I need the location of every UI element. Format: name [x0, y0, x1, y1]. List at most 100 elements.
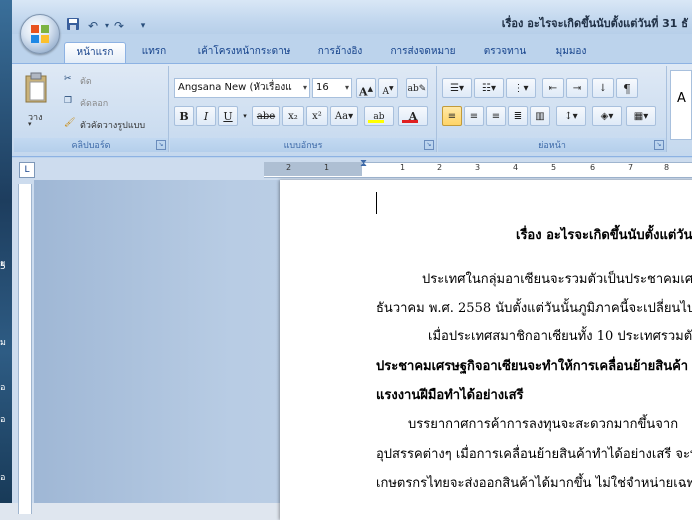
numbering-button[interactable]: ☷▾: [474, 78, 504, 98]
subscript-button[interactable]: x₂: [282, 106, 304, 126]
paste-icon[interactable]: [22, 72, 52, 104]
copy-icon[interactable]: ❐: [64, 96, 72, 106]
document-line: ประชาคมเศรษฐกิจอาเซียนจะทำให้การเคลื่อนย…: [376, 359, 692, 374]
paragraph-group: ☰▾ ☷▾ ⋮▾ ⇤ ⇥ ↓ ¶ ≡ ≡ ≡ ≣ ▥ ↕▾ ◈▾ ▦▾ ย่อห…: [438, 66, 667, 152]
justify-button[interactable]: ≣: [508, 106, 528, 126]
document-line: เกษตรกรไทยจะส่งออกสินค้าได้มากขึ้น ไม่ใช…: [376, 476, 692, 491]
ruler-number: 6: [590, 163, 596, 172]
tab-home[interactable]: หน้าแรก: [64, 42, 126, 63]
ruler-number: 1: [400, 163, 406, 172]
format-painter-label[interactable]: ตัวคัดวางรูปแบบ: [80, 118, 145, 132]
font-name-value: Angsana New (หัวเรื่องแ: [178, 82, 292, 93]
desktop-text-fragment: 5: [0, 262, 6, 272]
grow-font-button[interactable]: A▲: [356, 78, 376, 99]
window-title: เรื่อง อะไรจะเกิดขึ้นนับตั้งแต่วันที่ 31…: [501, 17, 688, 30]
vertical-ruler-strip: [18, 184, 32, 514]
text-cursor: [376, 192, 377, 214]
clipboard-group-label: คลิปบอร์ด: [14, 138, 168, 152]
dialog-launcher-icon[interactable]: ↘: [654, 140, 664, 150]
bullets-button[interactable]: ☰▾: [442, 78, 472, 98]
ruler-number: 8: [664, 163, 670, 172]
shading-button[interactable]: ◈▾: [592, 106, 622, 126]
superscript-button[interactable]: x²: [306, 106, 328, 126]
italic-button[interactable]: I: [196, 106, 216, 126]
clear-formatting-button[interactable]: ab✎: [406, 78, 428, 98]
sort-button[interactable]: ↓: [592, 78, 614, 98]
cut-icon[interactable]: ✂: [64, 74, 72, 84]
desktop-text-fragment: อ: [0, 415, 6, 425]
align-left-button[interactable]: ≡: [442, 106, 462, 126]
desktop-text-fragment: อ: [0, 473, 6, 483]
redo-icon[interactable]: ↷: [110, 17, 128, 35]
ruler-number: 1: [324, 163, 330, 172]
ruler-number: 7: [628, 163, 634, 172]
decrease-indent-button[interactable]: ⇤: [542, 78, 564, 98]
document-title: เรื่อง อะไรจะเกิดขึ้นนับตั้งแต่วันที่: [516, 228, 692, 243]
align-center-button[interactable]: ≡: [464, 106, 484, 126]
customize-toolbar-icon[interactable]: ▾: [134, 17, 152, 35]
tab-references[interactable]: การอ้างอิง: [312, 42, 368, 62]
document-workspace: เรื่อง อะไรจะเกิดขึ้นนับตั้งแต่วันที่ ปร…: [34, 180, 692, 520]
tab-selector[interactable]: L: [19, 162, 35, 178]
dialog-launcher-icon[interactable]: ↘: [424, 140, 434, 150]
borders-button[interactable]: ▦▾: [626, 106, 656, 126]
tab-mailings[interactable]: การส่งจดหมาย: [384, 42, 462, 62]
document-line: บรรยากาศการค้าการลงทุนจะสะดวกมากขึ้นจาก: [408, 417, 679, 432]
change-case-label: Aa: [334, 111, 349, 122]
paragraph-group-label: ย่อหน้า: [438, 138, 666, 152]
ruler-number: 2: [437, 163, 443, 172]
ribbon-tabs: หน้าแรก แทรก เค้าโครงหน้ากระดาษ การอ้างอ…: [12, 38, 692, 64]
font-group: Angsana New (หัวเรื่องแ ▾ 16 ▾ A▲ A▼ ab✎…: [170, 66, 437, 152]
line-spacing-button[interactable]: ↕▾: [556, 106, 586, 126]
distributed-button[interactable]: ▥: [530, 106, 550, 126]
styles-gallery[interactable]: A: [670, 70, 692, 140]
copy-label[interactable]: คัดลอก: [80, 96, 108, 110]
document-line: แรงงานฝีมือทำได้อย่างเสรี: [376, 388, 524, 403]
document-line: ประเทศในกลุ่มอาเซียนจะรวมตัวเป็นประชาคมเ…: [422, 272, 692, 287]
highlight-color-swatch: [368, 120, 384, 123]
chevron-down-icon: ▾: [344, 83, 349, 92]
horizontal-ruler[interactable]: 2 1 ⧗ 1 2 3 4 5 6 7 8: [12, 158, 692, 180]
font-group-label: แบบอักษร: [170, 138, 436, 152]
document-line: เมื่อประเทศสมาชิกอาเซียนทั้ง 10 ประเทศรว…: [428, 329, 692, 344]
change-case-button[interactable]: Aa▾: [330, 106, 358, 126]
word-window: เรื่อง อะไรจะเกิดขึ้นนับตั้งแต่วันที่ 3 1…: [12, 0, 692, 520]
show-marks-button[interactable]: ¶: [616, 78, 638, 98]
tab-page-layout[interactable]: เค้าโครงหน้ากระดาษ: [192, 42, 296, 62]
desktop-background-strip: ย 5 ม อ อ อ: [0, 0, 12, 503]
document-line: อุปสรรคต่างๆ เมื่อการเคลื่อนย้ายสินค้าทำ…: [376, 447, 692, 462]
document-page[interactable]: เรื่อง อะไรจะเกิดขึ้นนับตั้งแต่วันที่ ปร…: [280, 180, 692, 520]
ribbon: วาง ▾ ✂ ตัด ❐ คัดลอก 🖌 ตัวคัดวางรูปแบบ ค…: [12, 63, 692, 157]
underline-button[interactable]: U: [218, 106, 238, 126]
underline-dropdown-icon[interactable]: ▾: [240, 106, 250, 126]
tab-review[interactable]: ตรวจทาน: [480, 42, 530, 62]
desktop-text-fragment: ม: [0, 338, 6, 348]
increase-indent-button[interactable]: ⇥: [566, 78, 588, 98]
align-right-button[interactable]: ≡: [486, 106, 506, 126]
font-name-combo[interactable]: Angsana New (หัวเรื่องแ ▾: [174, 78, 310, 98]
vertical-ruler[interactable]: [12, 180, 34, 514]
ruler-margin: [264, 162, 362, 176]
dialog-launcher-icon[interactable]: ↘: [156, 140, 166, 150]
title-bar: เรื่อง อะไรจะเกิดขึ้นนับตั้งแต่วันที่ 31…: [12, 0, 692, 34]
shrink-font-button[interactable]: A▼: [378, 78, 398, 98]
tab-insert[interactable]: แทรก: [134, 42, 174, 62]
font-size-value: 16: [316, 82, 329, 93]
font-size-combo[interactable]: 16 ▾: [312, 78, 352, 98]
save-icon[interactable]: [64, 17, 82, 35]
multilevel-list-button[interactable]: ⋮▾: [506, 78, 536, 98]
ruler-number: 4: [513, 163, 519, 172]
format-painter-icon[interactable]: 🖌: [64, 118, 75, 128]
font-color-button[interactable]: A: [398, 106, 428, 126]
indent-marker-icon[interactable]: ⧗: [360, 158, 367, 169]
highlight-button[interactable]: ab: [364, 106, 394, 126]
bold-button[interactable]: B: [174, 106, 194, 126]
cut-label[interactable]: ตัด: [80, 74, 92, 88]
style-preview: A: [677, 91, 686, 106]
font-color-swatch: [402, 120, 418, 123]
paste-dropdown-icon[interactable]: ▾: [28, 120, 32, 128]
strikethrough-button[interactable]: abe: [252, 106, 280, 126]
document-line: ธันวาคม พ.ศ. 2558 นับตั้งแต่วันนั้นภูมิภ…: [376, 301, 692, 316]
ruler-number: 5: [551, 163, 557, 172]
tab-view[interactable]: มุมมอง: [546, 42, 596, 62]
